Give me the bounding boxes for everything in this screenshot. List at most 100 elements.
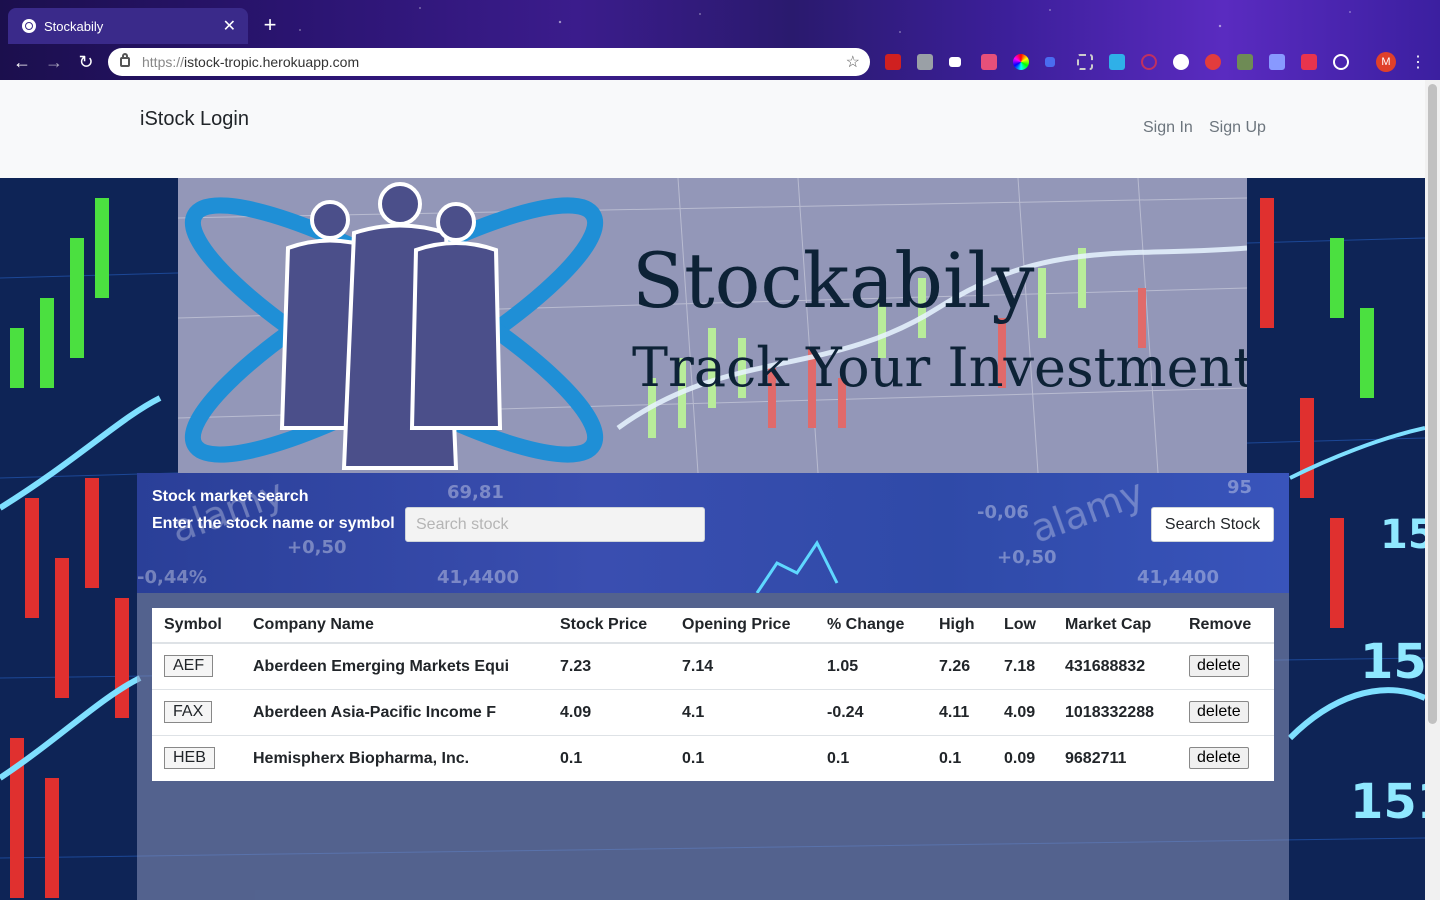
svg-text:41,4400: 41,4400 — [1137, 567, 1219, 588]
back-arrow-icon[interactable]: ← — [10, 50, 34, 74]
high-cell: 4.11 — [927, 689, 992, 736]
market-cap-cell: 1018332288 — [1053, 689, 1177, 736]
react-devtools-icon[interactable] — [1333, 54, 1349, 70]
svg-text:41,4400: 41,4400 — [437, 567, 519, 588]
page: 15 153 151 iStock Login Sign In Sign Up — [0, 80, 1425, 900]
screenshot-extension-icon[interactable] — [1077, 54, 1093, 70]
adblock-extension-icon[interactable] — [885, 54, 901, 70]
hero-title: Stockabily — [632, 236, 1035, 325]
svg-text:alamy: alamy — [165, 473, 290, 551]
sign-up-link[interactable]: Sign Up — [1209, 119, 1266, 137]
search-background: +0,50 41,4400 -0,44% -0,06 +0,50 41,4400 95… — [137, 473, 1252, 593]
svg-text:+0,50: +0,50 — [997, 547, 1057, 568]
low-cell: 7.18 — [992, 642, 1053, 690]
table-row: AEF Aberdeen Emerging Markets Equi 7.23 … — [152, 642, 1274, 690]
hero-banner: Stockabily Track Your Investments — [178, 178, 1247, 473]
search-input[interactable] — [405, 507, 705, 542]
delete-button[interactable]: delete — [1189, 700, 1249, 723]
shield-extension-icon[interactable] — [1269, 54, 1285, 70]
extension-icon[interactable] — [1205, 54, 1221, 70]
search-prompt: Enter the stock name or symbol — [152, 515, 395, 532]
low-cell: 0.09 — [992, 735, 1053, 781]
svg-text:alamy: alamy — [1025, 473, 1150, 551]
svg-text:69,81: 69,81 — [447, 482, 504, 503]
hero-background-chart — [178, 178, 1247, 473]
stock-price-cell: 4.09 — [548, 689, 670, 736]
delete-button[interactable]: delete — [1189, 654, 1249, 677]
profile-avatar[interactable]: M — [1376, 52, 1396, 72]
column-header: Remove — [1177, 608, 1274, 644]
extension-icon[interactable] — [1173, 54, 1189, 70]
extension-icon[interactable] — [1045, 57, 1055, 67]
url-text: https://istock-tropic.herokuapp.com — [142, 54, 360, 70]
symbol-badge: FAX — [164, 700, 213, 723]
stock-price-cell: 0.1 — [548, 735, 670, 781]
search-section: +0,50 41,4400 -0,44% -0,06 +0,50 41,4400 95… — [137, 473, 1289, 593]
percent-change-cell: 0.1 — [815, 735, 927, 781]
forward-arrow-icon[interactable]: → — [42, 50, 66, 74]
top-navbar: iStock Login Sign In Sign Up — [0, 80, 1425, 178]
percent-change-cell: -0.24 — [815, 689, 927, 736]
delete-button[interactable]: delete — [1189, 746, 1249, 769]
lock-icon — [120, 53, 130, 67]
browser-menu-icon[interactable]: ⋮ — [1410, 52, 1426, 72]
opening-price-cell: 7.14 — [670, 642, 815, 690]
logo-business-figures — [279, 182, 503, 470]
page-scrollbar[interactable] — [1425, 80, 1440, 900]
new-tab-button[interactable]: + — [258, 14, 282, 38]
opening-price-cell: 4.1 — [670, 689, 815, 736]
sign-in-link[interactable]: Sign In — [1143, 119, 1193, 137]
column-header: Symbol — [152, 608, 241, 644]
brand-link[interactable]: iStock Login — [140, 108, 249, 131]
svg-text:95: 95 — [1227, 477, 1252, 498]
table-row: HEB Hemispherx Biopharma, Inc. 0.1 0.1 0… — [152, 735, 1274, 781]
address-bar[interactable]: https://istock-tropic.herokuapp.com ☆ — [108, 48, 870, 76]
reload-icon[interactable]: ↻ — [74, 50, 98, 74]
extension-icon[interactable] — [981, 54, 997, 70]
percent-change-cell: 1.05 — [815, 642, 927, 690]
extension-icon[interactable] — [1237, 54, 1253, 70]
extension-icon[interactable] — [1109, 54, 1125, 70]
stock-price-cell: 7.23 — [548, 642, 670, 690]
symbol-badge: AEF — [164, 654, 214, 677]
close-tab-icon[interactable]: ✕ — [223, 16, 236, 36]
column-header: Opening Price — [670, 608, 815, 644]
hero-subtitle: Track Your Investments — [632, 336, 1247, 399]
high-cell: 7.26 — [927, 642, 992, 690]
search-stock-button[interactable]: Search Stock — [1151, 507, 1274, 542]
column-header: High — [927, 608, 992, 644]
svg-text:151: 151 — [1350, 774, 1425, 830]
extension-icon[interactable] — [1141, 54, 1157, 70]
extension-icon[interactable] — [917, 54, 933, 70]
column-header: Company Name — [241, 608, 548, 644]
tab-title: Stockabily — [44, 18, 104, 34]
browser-tab[interactable]: Stockabily ✕ — [8, 8, 248, 44]
extension-icon[interactable] — [949, 57, 961, 67]
svg-text:15: 15 — [1380, 512, 1425, 558]
browser-chrome: Stockabily ✕ + ← → ↻ https://istock-trop… — [0, 0, 1440, 80]
color-picker-extension-icon[interactable] — [1013, 54, 1029, 70]
column-header: Market Cap — [1053, 608, 1177, 644]
stock-table: Symbol Company Name Stock Price Opening … — [152, 608, 1274, 781]
company-name-cell: Hemispherx Biopharma, Inc. — [241, 735, 548, 781]
svg-text:-0,44%: -0,44% — [137, 567, 207, 588]
low-cell: 4.09 — [992, 689, 1053, 736]
column-header: Low — [992, 608, 1053, 644]
bookmark-star-icon[interactable]: ☆ — [846, 52, 860, 72]
market-cap-cell: 431688832 — [1053, 642, 1177, 690]
table-row: FAX Aberdeen Asia-Pacific Income F 4.09 … — [152, 689, 1274, 736]
scrollbar-thumb[interactable] — [1428, 84, 1437, 724]
high-cell: 0.1 — [927, 735, 992, 781]
pocket-extension-icon[interactable] — [1301, 54, 1317, 70]
market-cap-cell: 9682711 — [1053, 735, 1177, 781]
search-heading: Stock market search — [152, 488, 309, 505]
browser-toolbar: ← → ↻ https://istock-tropic.herokuapp.co… — [0, 44, 1440, 80]
opening-price-cell: 0.1 — [670, 735, 815, 781]
company-name-cell: Aberdeen Asia-Pacific Income F — [241, 689, 548, 736]
svg-text:+0,50: +0,50 — [287, 537, 347, 558]
svg-text:-0,06: -0,06 — [977, 502, 1029, 523]
column-header: Stock Price — [548, 608, 670, 644]
column-header: % Change — [815, 608, 927, 644]
symbol-badge: HEB — [164, 746, 215, 769]
svg-text:153: 153 — [1360, 634, 1425, 690]
